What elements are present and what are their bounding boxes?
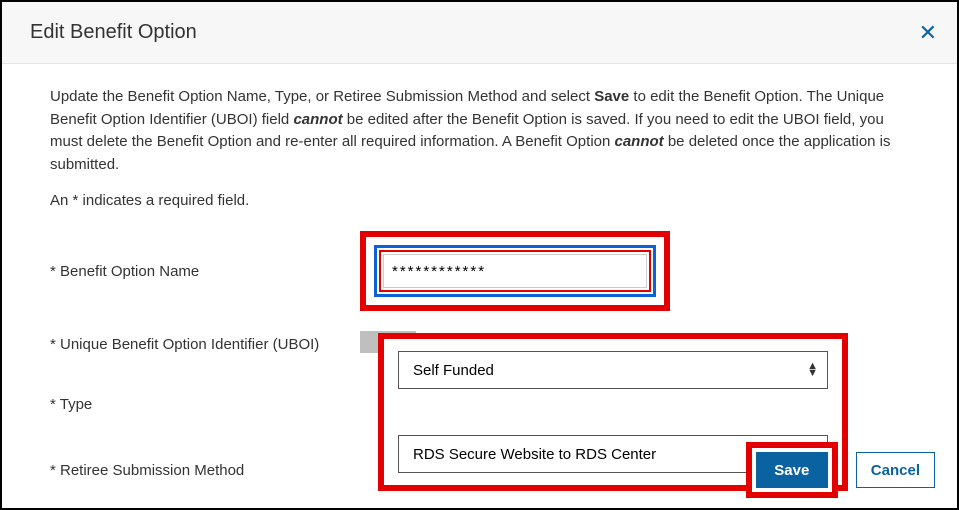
type-select-value: Self Funded [413, 362, 494, 379]
modal-header: Edit Benefit Option ✕ [2, 2, 957, 64]
label-type: * Type [50, 396, 360, 413]
modal-title: Edit Benefit Option [30, 21, 197, 44]
row-benefit-option-name: * Benefit Option Name [50, 231, 909, 311]
type-select[interactable]: Self Funded [398, 351, 828, 389]
save-button[interactable]: Save [756, 452, 828, 488]
intro-save-word: Save [594, 88, 629, 105]
retiree-select-value: RDS Secure Website to RDS Center [413, 446, 656, 463]
highlight-name-input [360, 231, 670, 311]
label-benefit-option-name: * Benefit Option Name [50, 263, 360, 280]
intro-cannot-1: cannot [293, 111, 342, 128]
label-uboi: * Unique Benefit Option Identifier (UBOI… [50, 336, 360, 353]
modal-body: Update the Benefit Option Name, Type, or… [2, 64, 957, 499]
close-icon[interactable]: ✕ [915, 18, 941, 48]
label-retiree-submission-method: * Retiree Submission Method [50, 462, 360, 479]
intro-text: Update the Benefit Option Name, Type, or… [50, 86, 909, 176]
intro-part-1: Update the Benefit Option Name, Type, or… [50, 88, 594, 105]
required-field-note: An * indicates a required field. [50, 192, 909, 209]
modal-footer: Save Cancel [746, 442, 935, 498]
intro-cannot-2: cannot [615, 133, 664, 150]
edit-benefit-option-modal: Edit Benefit Option ✕ Update the Benefit… [0, 0, 959, 510]
cancel-button[interactable]: Cancel [856, 452, 935, 488]
highlight-save-button: Save [746, 442, 838, 498]
benefit-option-name-input[interactable] [383, 254, 647, 288]
